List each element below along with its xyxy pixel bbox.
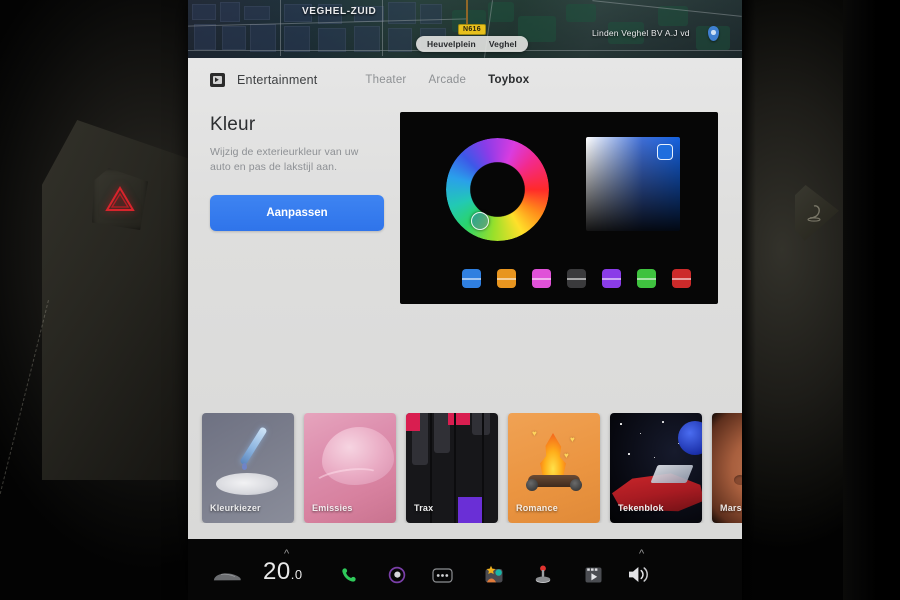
ellipsis-icon[interactable] xyxy=(432,567,453,584)
tile-label: Emissies xyxy=(312,503,353,513)
tile-label: Romance xyxy=(516,503,558,513)
temperature-decimal: .0 xyxy=(290,567,303,582)
hazard-triangle-icon xyxy=(105,186,135,212)
dashboard-right-shadow xyxy=(843,0,900,600)
aanpassen-button[interactable]: Aanpassen xyxy=(210,195,384,232)
map-address-street: Heuvelplein xyxy=(427,39,476,49)
tesla-touchscreen: VEGHEL-ZUID Linden Veghel BV A.J vd N616… xyxy=(188,0,744,600)
swatch-red[interactable] xyxy=(672,269,691,288)
paint-drip-icon xyxy=(242,463,247,470)
joystick-icon[interactable] xyxy=(534,565,552,584)
swatch-purple[interactable] xyxy=(602,269,621,288)
app-label: Entertainment xyxy=(237,73,318,87)
kleur-settings-column: Kleur Wijzig de exterieurkleur van uw au… xyxy=(210,110,396,232)
dropper-icon xyxy=(239,426,268,466)
map-address-city: Veghel xyxy=(488,39,517,49)
saturation-brightness-square[interactable] xyxy=(586,137,680,231)
tile-romance[interactable]: ♥ ♥ ♥ Romance xyxy=(508,413,600,523)
page-description: Wijzig de exterieurkleur van uw auto en … xyxy=(210,146,359,174)
earth-icon xyxy=(678,421,702,455)
film-icon xyxy=(210,73,225,87)
entertainment-app-title[interactable]: Entertainment xyxy=(210,73,317,87)
dashboard-left-bezel xyxy=(0,0,202,600)
color-swatch-row xyxy=(462,269,691,288)
swatch-blue[interactable] xyxy=(462,269,481,288)
tile-trax[interactable]: Trax xyxy=(406,413,498,523)
tile-label: Trax xyxy=(414,503,434,513)
tile-kleurkiezer[interactable]: Kleurkiezer xyxy=(202,413,294,523)
swatch-magenta[interactable] xyxy=(532,269,551,288)
swatch-gray[interactable] xyxy=(567,269,586,288)
apps-icon[interactable] xyxy=(484,565,504,584)
car-icon[interactable] xyxy=(212,571,242,583)
status-bar: ^ 20.0 ^ xyxy=(188,539,744,600)
map-area-label: VEGHEL-ZUID xyxy=(302,6,377,17)
tile-emissies[interactable]: Emissies xyxy=(304,413,396,523)
swatch-orange[interactable] xyxy=(497,269,516,288)
tab-theater[interactable]: Theater xyxy=(365,74,406,86)
toybox-tile-row[interactable]: Kleurkiezer Emissies Trax ♥ ♥ ♥ Romance … xyxy=(188,413,744,523)
temperature-display[interactable]: 20.0 xyxy=(263,558,303,586)
hue-ring-icon xyxy=(446,138,549,241)
color-picker-panel xyxy=(400,112,718,304)
volume-chevron-up-icon[interactable]: ^ xyxy=(639,549,644,560)
map-road-shield: N616 xyxy=(458,24,486,35)
map-strip[interactable]: VEGHEL-ZUID Linden Veghel BV A.J vd N616… xyxy=(188,0,744,58)
map-address-pill[interactable]: Heuvelplein Veghel xyxy=(416,36,528,52)
swatch-green[interactable] xyxy=(637,269,656,288)
tile-label: Kleurkiezer xyxy=(210,503,261,513)
page-title: Kleur xyxy=(210,114,256,135)
tile-mars[interactable]: Mars xyxy=(712,413,744,523)
map-poi-label: Linden Veghel BV A.J vd xyxy=(592,28,690,38)
tile-label: Tekenblok xyxy=(618,503,664,513)
windshield-icon xyxy=(650,465,694,483)
hue-wheel[interactable] xyxy=(446,138,549,241)
tile-tekenblok[interactable]: Tekenblok xyxy=(610,413,702,523)
app-topbar: Entertainment Theater Arcade Toybox xyxy=(188,58,744,102)
car-interior-scene: VEGHEL-ZUID Linden Veghel BV A.J vd N616… xyxy=(0,0,900,600)
hue-selector-handle[interactable] xyxy=(471,212,489,230)
tile-label: Mars xyxy=(720,503,742,513)
phone-icon[interactable] xyxy=(340,566,358,584)
clapper-icon[interactable] xyxy=(584,566,603,584)
tab-bar: Theater Arcade Toybox xyxy=(365,74,529,86)
entertainment-card: Entertainment Theater Arcade Toybox Kleu… xyxy=(188,58,744,539)
tab-arcade[interactable]: Arcade xyxy=(428,74,466,86)
tab-toybox[interactable]: Toybox xyxy=(488,74,529,86)
screen-bezel-shadow xyxy=(742,0,756,600)
media-circle-icon[interactable] xyxy=(388,566,406,584)
leather-stitching xyxy=(0,300,175,555)
speaker-icon[interactable] xyxy=(628,565,651,584)
saturation-selector-handle[interactable] xyxy=(657,144,673,160)
paint-puddle-icon xyxy=(216,473,278,495)
vent-icon xyxy=(807,205,821,222)
temperature-value: 20 xyxy=(263,558,291,585)
